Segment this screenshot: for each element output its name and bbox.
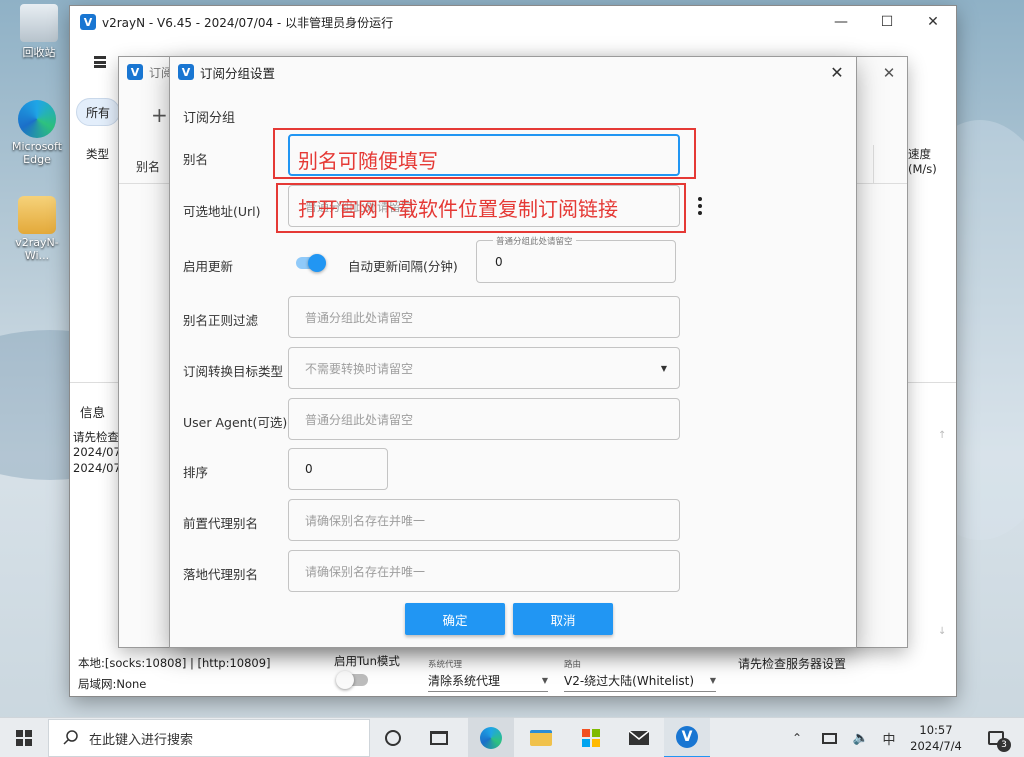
sys-proxy-caption: 系统代理: [428, 660, 463, 670]
taskbar-mail[interactable]: [616, 718, 662, 757]
dialog-titlebar: V 订阅分组设置: [170, 57, 856, 87]
column-type-header[interactable]: 类型: [86, 146, 109, 162]
folder-icon: [18, 196, 56, 234]
taskbar-search-box[interactable]: 在此键入进行搜索: [48, 719, 370, 757]
mail-icon: [628, 730, 650, 745]
next-proxy-input[interactable]: 请确保别名存在并唯一: [288, 550, 680, 592]
interval-label: 自动更新间隔(分钟): [348, 259, 458, 274]
url-label: 可选地址(Url): [183, 204, 261, 219]
taskbar: 在此键入进行搜索 V ⌃ 🔈 中 10:57 2024/7/4 3: [0, 717, 1024, 757]
alias-label: 别名: [183, 152, 209, 167]
ok-button[interactable]: 确定: [405, 603, 505, 635]
taskbar-file-explorer[interactable]: [518, 718, 564, 757]
convert-target-label: 订阅转换目标类型: [183, 364, 284, 379]
notification-center-button[interactable]: 3: [980, 718, 1012, 757]
column-speed-header[interactable]: 速度(M/s): [908, 146, 956, 176]
desktop-icon-edge[interactable]: Microsoft Edge: [4, 100, 70, 166]
taskbar-v2rayn[interactable]: V: [664, 718, 710, 757]
more-vert-icon[interactable]: [697, 197, 703, 215]
sort-label: 排序: [183, 465, 209, 480]
route-select[interactable]: V2-绕过大陆(Whitelist) ▼: [564, 670, 716, 692]
status-local-ports: 本地:[socks:10808] | [http:10809]: [78, 656, 271, 670]
main-window-title: v2rayN - V6.45 - 2024/07/04 - 以非管理员身份运行: [102, 15, 394, 30]
chevron-down-icon: ▼: [660, 363, 667, 373]
log-line: 2024/07/: [73, 461, 125, 475]
status-lan: 局域网:None: [78, 677, 147, 691]
search-icon: [63, 730, 78, 745]
ime-indicator[interactable]: 中: [878, 718, 900, 757]
column-divider: [873, 145, 874, 183]
menu-icon[interactable]: [94, 56, 106, 68]
scroll-down-icon[interactable]: ↓: [938, 626, 946, 637]
user-agent-label: User Agent(可选): [183, 415, 288, 430]
filter-chip-all[interactable]: 所有: [76, 98, 120, 126]
filter-label: 别名正则过滤: [183, 313, 259, 328]
tun-label: 启用Tun模式: [334, 654, 400, 668]
edge-icon: [18, 100, 56, 138]
annotation-url-note: 打开官网下载软件位置复制订阅链接: [298, 197, 618, 221]
desktop-icon-label: Microsoft Edge: [11, 140, 63, 166]
notification-icon: 3: [988, 731, 1011, 752]
notification-badge: 3: [997, 738, 1011, 752]
minimize-button[interactable]: —: [818, 6, 864, 38]
task-view-button[interactable]: [418, 718, 460, 757]
dialog-title: 订阅分组设置: [200, 65, 276, 81]
task-view-icon: [430, 731, 448, 745]
desktop-icon-recycle-bin[interactable]: 回收站: [6, 4, 72, 60]
sys-proxy-select[interactable]: 清除系统代理 ▼: [428, 670, 548, 692]
filter-input[interactable]: 普通分组此处请留空: [288, 296, 680, 338]
user-agent-input[interactable]: 普通分组此处请留空: [288, 398, 680, 440]
chevron-down-icon: ▼: [709, 676, 716, 685]
store-icon: [582, 729, 600, 747]
log-line: 2024/07/: [73, 445, 125, 459]
dialog-close-button[interactable]: ✕: [824, 60, 850, 84]
volume-icon[interactable]: 🔈: [850, 718, 872, 757]
taskbar-edge[interactable]: [468, 718, 514, 757]
taskbar-store[interactable]: [568, 718, 614, 757]
section-title: 订阅分组: [183, 111, 236, 126]
route-caption: 路由: [564, 660, 582, 670]
interval-input[interactable]: 普通分组此处请留空 0: [476, 235, 676, 283]
convert-target-select[interactable]: 不需要转换时请留空 ▼: [288, 347, 680, 389]
enable-update-label: 启用更新: [183, 259, 234, 274]
prev-proxy-input[interactable]: 请确保别名存在并唯一: [288, 499, 680, 541]
interval-caption: 普通分组此处请留空: [493, 235, 576, 247]
maximize-button[interactable]: ☐: [864, 6, 910, 38]
next-proxy-label: 落地代理别名: [183, 567, 259, 582]
scroll-up-icon[interactable]: ↑: [938, 430, 946, 441]
column-alias-header[interactable]: 别名: [136, 158, 160, 175]
tray-chevron-icon[interactable]: ⌃: [786, 718, 808, 757]
sort-input[interactable]: 0: [288, 448, 388, 490]
info-title: 信息: [80, 405, 106, 420]
network-icon[interactable]: [818, 718, 840, 757]
folder-icon: [530, 730, 552, 746]
edge-icon: [480, 727, 502, 749]
v2rayn-logo-icon: V: [178, 64, 194, 80]
desktop-icon-label: 回收站: [22, 46, 56, 59]
windows-icon: [16, 730, 32, 746]
prev-proxy-label: 前置代理别名: [183, 516, 259, 531]
add-subscription-button[interactable]: +: [151, 103, 168, 127]
v2rayn-logo-icon: V: [127, 64, 143, 80]
enable-update-toggle[interactable]: [296, 254, 326, 272]
sub-window-close-button[interactable]: ✕: [877, 61, 901, 85]
v2rayn-logo-icon: V: [80, 14, 96, 30]
interval-value: 0: [495, 255, 503, 269]
tun-toggle[interactable]: [336, 671, 368, 689]
start-button[interactable]: [0, 718, 48, 757]
desktop-icon-v2rayn[interactable]: v2rayN-Wi...: [4, 196, 70, 262]
desktop-icon-label: v2rayN-Wi...: [15, 236, 59, 262]
chevron-down-icon: ▼: [541, 676, 548, 685]
clock[interactable]: 10:57 2024/7/4: [902, 722, 970, 754]
cortana-icon: [385, 730, 401, 746]
cortana-button[interactable]: [372, 718, 414, 757]
annotation-alias-note: 别名可随便填写: [298, 149, 438, 173]
cancel-button[interactable]: 取消: [513, 603, 613, 635]
close-button[interactable]: ✕: [910, 6, 956, 38]
server-hint: 请先检查服务器设置: [738, 657, 847, 671]
recycle-bin-icon: [20, 4, 58, 42]
v2rayn-logo-icon: V: [676, 726, 698, 748]
